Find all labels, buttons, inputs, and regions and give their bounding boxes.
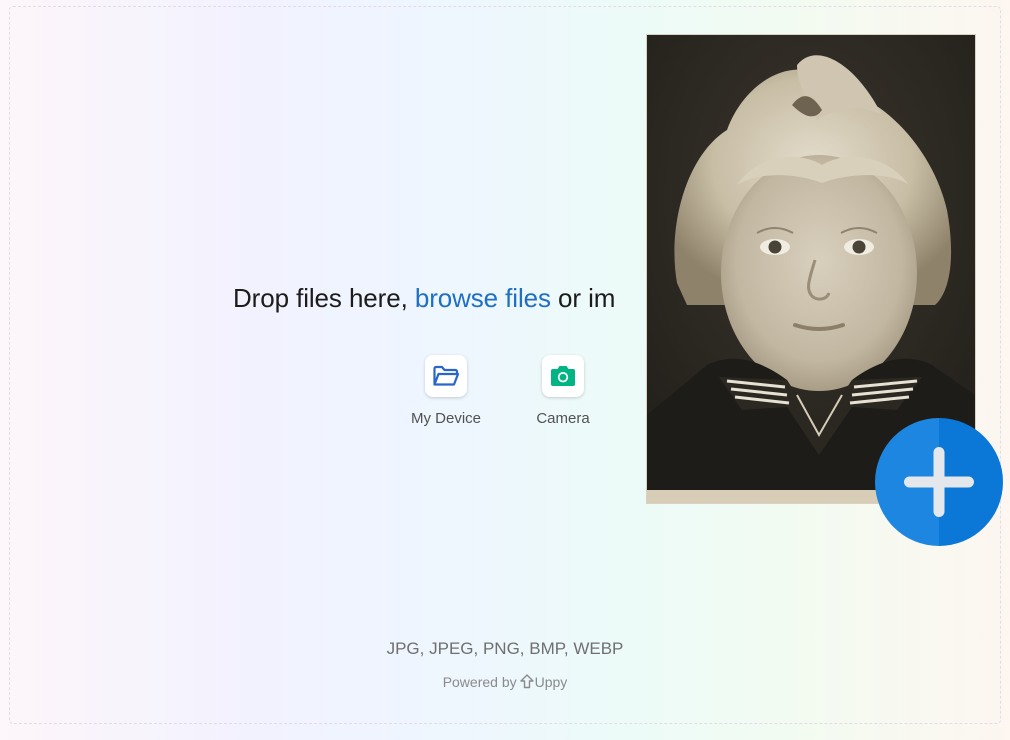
powered-by[interactable]: Powered by Uppy (0, 674, 1010, 690)
plus-icon (904, 447, 974, 517)
camera-icon (551, 366, 575, 386)
drop-title-suffix: or im (550, 283, 616, 313)
folder-open-icon (433, 365, 460, 386)
uppy-brand: Uppy (534, 674, 568, 690)
my-device-tile[interactable] (425, 355, 467, 397)
my-device-label: My Device (410, 410, 481, 427)
drop-title: Drop files here, browse files or im (233, 282, 615, 314)
powered-by-text: Powered by (442, 674, 517, 690)
camera-label: Camera (536, 410, 590, 427)
camera-button[interactable]: Camera (508, 355, 618, 427)
drop-title-prefix: Drop files here, (233, 283, 415, 313)
my-device-button[interactable]: My Device (391, 355, 501, 427)
browse-files-link[interactable]: browse files (415, 283, 551, 313)
camera-tile[interactable] (542, 355, 584, 397)
uppy-logo-icon (519, 674, 534, 689)
add-more-files-button[interactable] (875, 418, 1003, 546)
allowed-file-types-note: JPG, JPEG, PNG, BMP, WEBP (386, 639, 624, 658)
